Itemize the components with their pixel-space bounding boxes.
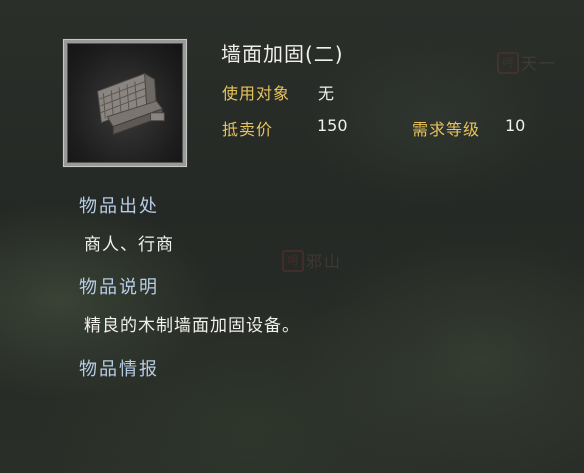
description-text: 精良的木制墙面加固设备。: [84, 316, 300, 336]
origin-heading: 物品出处: [79, 196, 159, 217]
use-target-label: 使用对象: [222, 84, 291, 103]
info-heading: 物品情报: [79, 359, 159, 380]
item-tooltip-panel: 墙面加固(二) 使用对象 无 抵卖价 150 需求等级 10 物品出处 商人、行…: [0, 0, 584, 473]
sell-price-label: 抵卖价: [222, 120, 274, 139]
required-level-label: 需求等级: [412, 120, 481, 139]
wall-reinforcement-icon: [67, 43, 183, 163]
origin-text: 商人、行商: [84, 235, 174, 255]
item-thumbnail: [63, 39, 187, 167]
description-heading: 物品说明: [79, 277, 159, 298]
sell-price-value: 150: [317, 116, 348, 135]
use-target-value: 无: [318, 84, 335, 103]
item-name: 墙面加固(二): [221, 42, 344, 66]
required-level-value: 10: [505, 116, 526, 135]
